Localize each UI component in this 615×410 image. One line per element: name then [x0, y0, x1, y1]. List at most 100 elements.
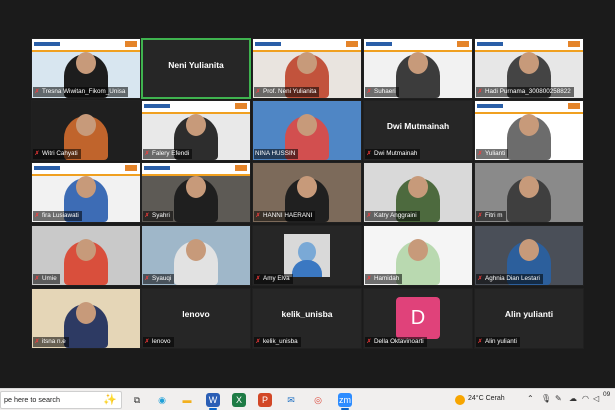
participant-tile[interactable]: ✗ Aghnia Dian Lestari — [474, 225, 584, 286]
shared-banner — [142, 163, 250, 176]
clock[interactable]: 09 — [603, 391, 610, 399]
person-head — [297, 176, 317, 198]
participant-tile[interactable]: Alin yulianti ✗ Alin yulianti — [474, 288, 584, 349]
participant-name: kelik_unisba — [263, 338, 298, 345]
participant-tile[interactable]: ✗ Suhaeri — [363, 38, 473, 99]
participant-tile[interactable]: ✗ Umie — [31, 225, 141, 286]
microphone-icon[interactable]: 🎙 — [541, 394, 551, 403]
participant-tile[interactable]: D ✗ Della Oktavinoarti — [363, 288, 473, 349]
participant-name-label: NINA HUSSIN — [254, 149, 299, 159]
shared-banner — [475, 101, 583, 114]
chrome-icon[interactable]: ◎ — [311, 393, 325, 407]
volume-icon[interactable]: ◁ — [593, 394, 599, 403]
powerpoint-icon[interactable]: P — [258, 393, 272, 407]
weather-text[interactable]: 24°C Cerah — [468, 395, 505, 402]
person-head — [519, 114, 539, 136]
system-tray: 24°C Cerah ⌃ 🎙 ✎ ☁ ◠ ◁ 09 — [455, 389, 615, 410]
participant-tile[interactable]: ✗ Katry Anggraini — [363, 162, 473, 223]
participant-name-label: ✗ Aghnia Dian Lestari — [476, 274, 543, 284]
pen-icon[interactable]: ✎ — [555, 394, 562, 403]
wifi-icon[interactable]: ◠ — [582, 394, 589, 403]
person-head — [76, 239, 96, 261]
person-head — [76, 52, 96, 74]
participant-tile[interactable]: ✗ Fitri m — [474, 162, 584, 223]
muted-mic-icon: ✗ — [255, 88, 261, 95]
participant-tile[interactable]: ✗ Hamidah — [363, 225, 473, 286]
participant-name-label: ✗ Fitri m — [476, 211, 506, 221]
participant-name: Hadi Purnama_300800258822 — [485, 88, 571, 95]
search-input[interactable]: pe here to search ✨ — [0, 391, 122, 409]
participant-name: Prof. Neni Yulianita — [263, 88, 317, 95]
cloud-icon[interactable]: ☁ — [569, 394, 577, 403]
participant-display-name: Alin yulianti — [504, 309, 554, 319]
participant-name: Dwi Mutmainah — [374, 150, 418, 157]
participant-name-label: ✗ Tresna Wiwitan_Fikom_Unisa — [33, 87, 129, 97]
participant-name-label: ✗ Alin yulianti — [476, 337, 520, 347]
word-icon[interactable]: W — [206, 393, 220, 410]
mail-icon[interactable]: ✉ — [284, 393, 298, 407]
avatar-head — [298, 242, 316, 262]
person-head — [297, 114, 317, 136]
participant-name-label: ✗ Prof. Neni Yulianita — [254, 87, 320, 97]
participant-tile[interactable]: ✗ Hadi Purnama_300800258822 — [474, 38, 584, 99]
participant-tile[interactable]: ✗ Tresna Wiwitan_Fikom_Unisa — [31, 38, 141, 99]
participant-tile[interactable]: ✗ Amy Elva — [252, 225, 362, 286]
avatar — [284, 234, 330, 277]
participant-name-label: ✗ Hadi Purnama_300800258822 — [476, 87, 574, 97]
weather-sun-icon[interactable] — [455, 395, 465, 405]
participant-name-label: ✗ Hamidah — [365, 274, 403, 284]
person-head — [186, 239, 206, 261]
muted-mic-icon: ✗ — [477, 275, 483, 282]
participant-tile[interactable]: ✗ Falery Efendi — [141, 100, 251, 161]
shared-banner — [142, 101, 250, 114]
zoom-icon[interactable]: zm — [338, 393, 352, 410]
participant-name: Falery Efendi — [152, 150, 190, 157]
shared-banner — [364, 39, 472, 52]
participant-tile[interactable]: NINA HUSSIN — [252, 100, 362, 161]
edge-icon[interactable]: ◉ — [155, 393, 169, 407]
participant-tile[interactable]: ✗ fira Lusiawati — [31, 162, 141, 223]
participant-name: Della Oktavinoarti — [374, 338, 424, 345]
participant-name-label: ✗ Witri Cahyati — [33, 149, 81, 159]
participant-tile[interactable]: ✗ Prof. Neni Yulianita — [252, 38, 362, 99]
file-explorer-icon[interactable]: ▬ — [180, 393, 194, 407]
muted-mic-icon: ✗ — [144, 338, 150, 345]
participant-name: lenovo — [152, 338, 171, 345]
person-head — [408, 239, 428, 261]
chevron-up-icon[interactable]: ⌃ — [527, 394, 534, 403]
participant-tile[interactable]: lenovo ✗ lenovo — [141, 288, 251, 349]
participant-tile[interactable]: Dwi Mutmainah ✗ Dwi Mutmainah — [363, 100, 473, 161]
muted-mic-icon: ✗ — [34, 212, 40, 219]
excel-icon[interactable]: X — [232, 393, 246, 407]
muted-mic-icon: ✗ — [34, 338, 40, 345]
participant-name-label: ✗ Falery Efendi — [143, 149, 193, 159]
muted-mic-icon: ✗ — [144, 212, 150, 219]
participant-tile[interactable]: ✗ Witri Cahyati — [31, 100, 141, 161]
person-head — [186, 114, 206, 136]
participant-name: Amy Elva — [263, 275, 290, 282]
participant-tile[interactable]: kelik_unisba ✗ kelik_unisba — [252, 288, 362, 349]
participant-tile[interactable]: ✗ itsna n.e — [31, 288, 141, 349]
participant-name: Umie — [42, 275, 57, 282]
person-head — [297, 52, 317, 74]
participant-name: Yulianti — [485, 150, 506, 157]
participant-tile[interactable]: ✗ Yulianti — [474, 100, 584, 161]
participant-tile[interactable]: ✗ HANNI HAERANI — [252, 162, 362, 223]
letter-avatar: D — [396, 297, 440, 339]
shared-banner — [32, 163, 140, 176]
participant-tile[interactable]: ✗ Syauqi — [141, 225, 251, 286]
person-head — [519, 52, 539, 74]
participant-name: Aghnia Dian Lestari — [485, 275, 540, 282]
participant-name: Syauqi — [152, 275, 172, 282]
participant-name: Suhaeri — [374, 88, 396, 95]
participant-display-name: Dwi Mutmainah — [386, 121, 450, 131]
participant-name: Syahri — [152, 212, 170, 219]
participant-name: Tresna Wiwitan_Fikom_Unisa — [42, 88, 126, 95]
person-head — [519, 176, 539, 198]
person-head — [519, 239, 539, 261]
participant-tile[interactable]: ✗ Syahri — [141, 162, 251, 223]
avatar-body — [292, 260, 322, 277]
participant-name-label: ✗ HANNI HAERANI — [254, 211, 316, 221]
task-view-icon[interactable]: ⧉ — [130, 393, 144, 407]
participant-tile[interactable]: Neni Yulianita — [141, 38, 251, 99]
